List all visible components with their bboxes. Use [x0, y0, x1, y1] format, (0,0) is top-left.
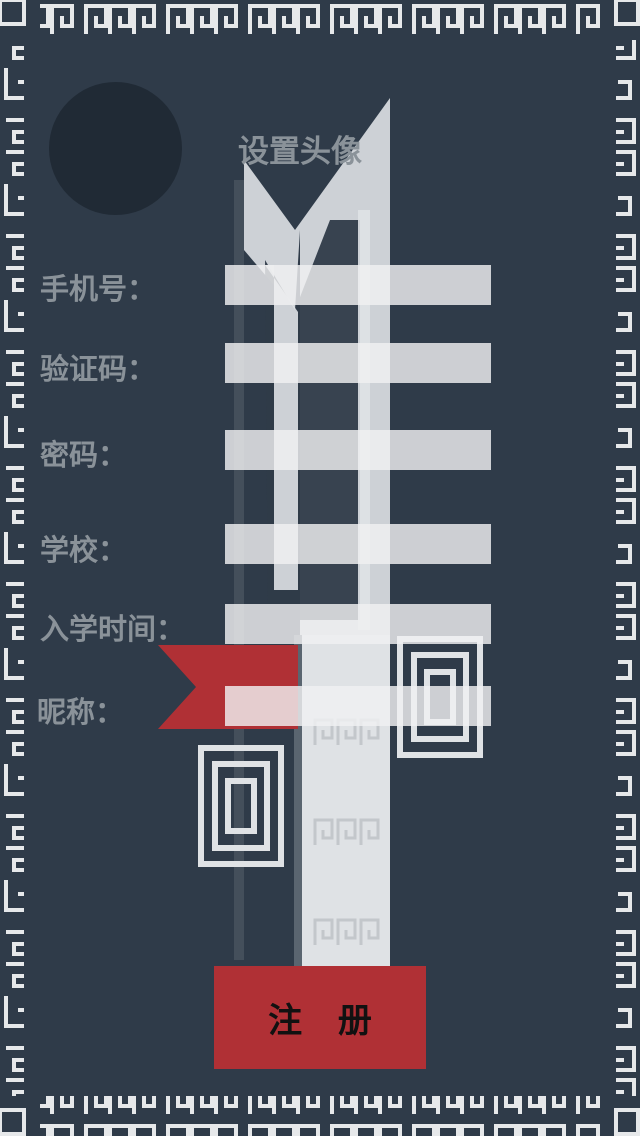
nickname-input[interactable]	[225, 686, 491, 726]
phone-label: 手机号：	[40, 272, 157, 306]
enroll-time-label: 入学时间：	[40, 612, 186, 646]
nickname-label: 昵称：	[37, 695, 125, 729]
school-label: 学校：	[40, 533, 128, 567]
enroll-time-input[interactable]	[225, 604, 491, 644]
password-label: 密码：	[40, 438, 128, 472]
register-button[interactable]: 注 册	[214, 966, 426, 1069]
square-spiral-ornament	[198, 745, 284, 867]
school-input[interactable]	[225, 524, 491, 564]
avatar-placeholder[interactable]	[49, 82, 182, 215]
set-avatar-label[interactable]: 设置头像	[238, 126, 362, 171]
verification-code-input[interactable]	[225, 343, 491, 383]
password-input[interactable]	[225, 430, 491, 470]
phone-input[interactable]	[225, 265, 491, 305]
verification-code-label: 验证码：	[40, 352, 157, 386]
register-button-label: 注 册	[268, 1001, 372, 1041]
